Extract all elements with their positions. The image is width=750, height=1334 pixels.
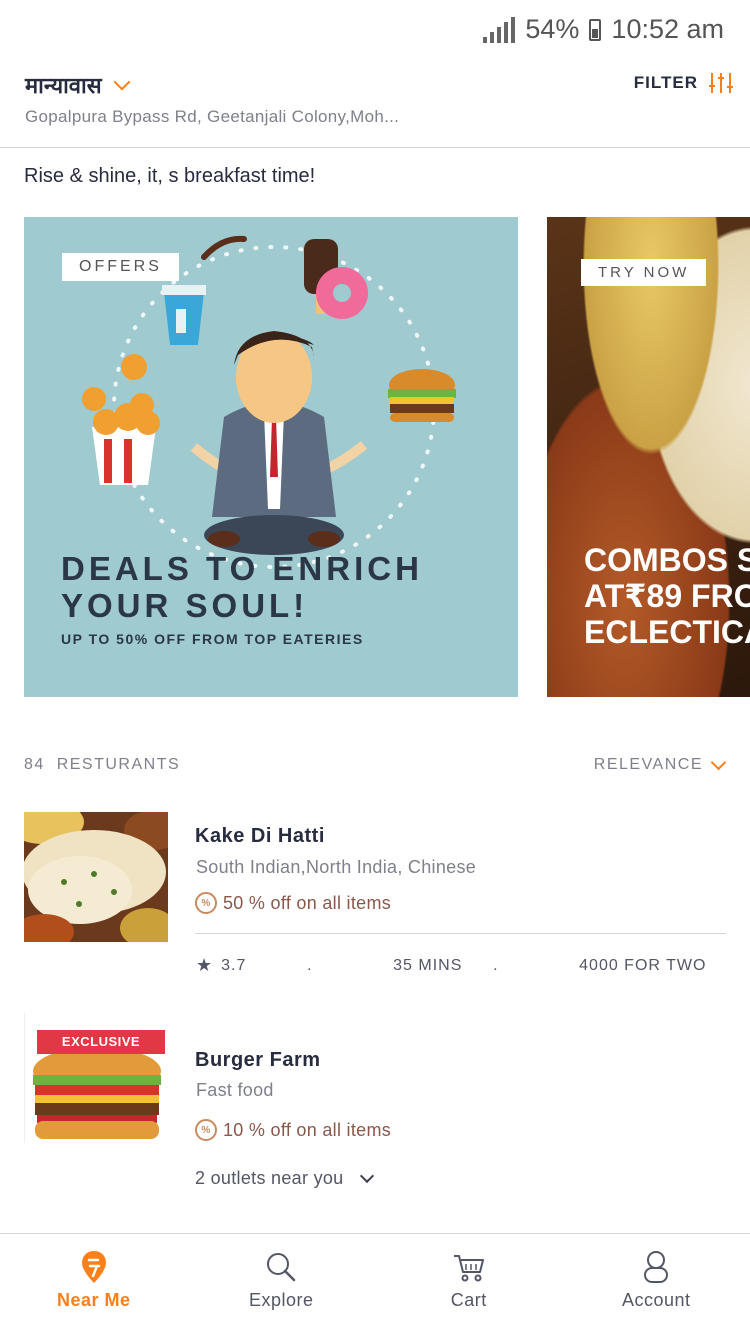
divider bbox=[195, 933, 726, 934]
sort-dropdown[interactable]: RELEVANCE bbox=[593, 754, 727, 774]
chevron-down-icon bbox=[359, 1168, 374, 1183]
restaurant-name: Kake Di Hatti bbox=[195, 825, 325, 847]
restaurant-cuisine: South Indian,North India, Chinese bbox=[196, 857, 477, 877]
meditating-man-illustration bbox=[82, 235, 456, 569]
restaurant-image bbox=[24, 812, 168, 942]
cart-icon bbox=[453, 1255, 484, 1282]
separator-dot: . bbox=[307, 956, 313, 974]
chevron-down-icon bbox=[710, 754, 727, 770]
swiggy-logo-icon bbox=[81, 1251, 106, 1283]
location-selector[interactable]: मान्यावास bbox=[25, 70, 131, 100]
restaurant-card[interactable]: EXCLUSIVE Burger Farm Fast food % 10 % o… bbox=[24, 1013, 726, 1203]
battery-icon bbox=[589, 18, 602, 41]
rating: 3.7 bbox=[221, 956, 247, 974]
location-address: Gopalpura Bypass Rd, Geetanjali Colony,M… bbox=[25, 107, 400, 126]
nav-label: Cart bbox=[450, 1290, 487, 1310]
filter-label: FILTER bbox=[633, 73, 698, 92]
offers-carousel[interactable]: OFFERS DEALS TO ENRICH YOUR SOUL! UP TO … bbox=[24, 217, 750, 697]
banner-title: DEALS TO ENRICH YOUR SOUL! bbox=[61, 550, 423, 624]
restaurant-name: Burger Farm bbox=[195, 1049, 321, 1071]
star-icon: ★ bbox=[196, 955, 214, 975]
nav-label: Near Me bbox=[56, 1290, 131, 1310]
outlets-toggle[interactable]: 2 outlets near you bbox=[195, 1168, 374, 1189]
restaurant-list-header: 84 RESTURANTS RELEVANCE bbox=[24, 754, 727, 774]
restaurant-count: 84 RESTURANTS bbox=[24, 756, 181, 773]
location-title: मान्यावास bbox=[25, 74, 102, 99]
status-bar: 54% 10:52 am bbox=[0, 0, 750, 60]
nav-near-me[interactable]: Near Me bbox=[0, 1234, 188, 1334]
try-now-tag: TRY NOW bbox=[581, 259, 707, 286]
separator-dot: . bbox=[493, 956, 499, 974]
offer-banner-combos[interactable]: TRY NOW COMBOS S AT₹89 FRO ECLECTICA bbox=[547, 217, 750, 697]
delivery-time: 35 MINS bbox=[393, 956, 463, 974]
location-header: मान्यावास Gopalpura Bypass Rd, Geetanjal… bbox=[0, 64, 750, 148]
signal-icon bbox=[483, 16, 516, 43]
outlets-label: 2 outlets near you bbox=[195, 1168, 344, 1188]
banner-title: COMBOS S AT₹89 FRO ECLECTICA bbox=[584, 542, 750, 650]
filter-button[interactable]: FILTER bbox=[634, 72, 734, 94]
banner-subtitle: UP TO 50% OFF FROM TOP EATERIES bbox=[61, 631, 364, 647]
search-icon bbox=[267, 1253, 296, 1282]
battery-percent: 54% bbox=[525, 14, 580, 44]
nav-explore[interactable]: Explore bbox=[188, 1234, 376, 1334]
bottom-navigation: Near Me Explore Cart Account bbox=[0, 1233, 750, 1334]
nav-account[interactable]: Account bbox=[563, 1234, 750, 1334]
nav-label: Account bbox=[621, 1290, 691, 1310]
sort-label: RELEVANCE bbox=[593, 756, 703, 773]
exclusive-badge: EXCLUSIVE bbox=[37, 1030, 165, 1054]
restaurant-offer: % 50 % off on all items bbox=[195, 892, 391, 914]
cost-for-two: 4000 FOR TWO bbox=[579, 956, 707, 974]
offer-banner-deals[interactable]: OFFERS DEALS TO ENRICH YOUR SOUL! UP TO … bbox=[24, 217, 518, 697]
restaurant-cuisine: Fast food bbox=[196, 1080, 274, 1100]
greeting-text: Rise & shine, it, s breakfast time! bbox=[24, 165, 316, 187]
restaurant-card[interactable]: Kake Di Hatti South Indian,North India, … bbox=[24, 812, 726, 992]
clock: 10:52 am bbox=[611, 14, 724, 44]
account-icon bbox=[644, 1251, 669, 1283]
discount-icon: % bbox=[195, 892, 217, 914]
restaurant-meta: ★ 3.7 . 35 MINS . 4000 FOR TWO bbox=[196, 955, 730, 976]
filter-icon bbox=[709, 73, 733, 93]
nav-cart[interactable]: Cart bbox=[375, 1234, 563, 1334]
offers-tag: OFFERS bbox=[62, 253, 179, 281]
nav-label: Explore bbox=[248, 1290, 314, 1310]
discount-icon: % bbox=[195, 1119, 217, 1141]
restaurant-offer: % 10 % off on all items bbox=[195, 1119, 391, 1141]
chevron-down-icon bbox=[113, 73, 131, 91]
restaurant-image: EXCLUSIVE bbox=[24, 1013, 168, 1143]
